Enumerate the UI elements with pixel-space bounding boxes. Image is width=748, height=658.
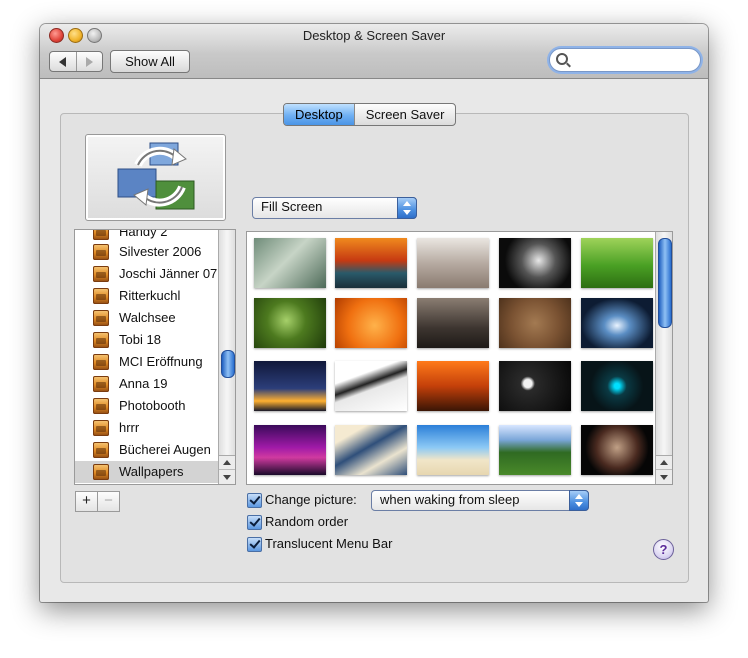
dropdown-arrows-icon bbox=[397, 197, 417, 219]
change-picture-label: Change picture: bbox=[265, 492, 357, 507]
window-title: Desktop & Screen Saver bbox=[302, 28, 446, 43]
remove-folder-button[interactable]: − bbox=[97, 491, 120, 512]
search-icon bbox=[556, 53, 568, 65]
change-picture-checkbox[interactable] bbox=[247, 493, 262, 508]
wallpaper-thumbnail[interactable] bbox=[335, 361, 407, 411]
tab-screen-saver[interactable]: Screen Saver bbox=[353, 104, 456, 125]
wallpaper-thumbnail[interactable] bbox=[254, 425, 326, 475]
iphoto-album-icon bbox=[93, 332, 109, 348]
fill-mode-value: Fill Screen bbox=[261, 199, 323, 214]
translucent-menu-bar-checkbox[interactable] bbox=[247, 537, 262, 552]
wallpaper-grid bbox=[246, 231, 673, 485]
tab-bar: Desktop Screen Saver bbox=[283, 103, 457, 126]
translucent-menu-bar-row: Translucent Menu Bar bbox=[247, 535, 447, 553]
folder-item[interactable]: Joschi Jänner 07 bbox=[75, 263, 218, 285]
iphoto-album-icon bbox=[93, 354, 109, 370]
folder-item[interactable]: Anna 19 bbox=[75, 373, 218, 395]
iphoto-album-icon bbox=[93, 464, 109, 480]
wallpaper-thumbnail[interactable] bbox=[417, 298, 489, 348]
dropdown-arrows-icon bbox=[569, 490, 589, 511]
iphoto-album-icon bbox=[93, 230, 109, 240]
scroll-up-button[interactable] bbox=[656, 455, 672, 470]
wallpaper-thumbnail[interactable] bbox=[499, 238, 571, 288]
system-preferences-window: Desktop & Screen Saver Show All Desktop … bbox=[40, 24, 708, 602]
wallpaper-thumbnail[interactable] bbox=[499, 361, 571, 411]
iphoto-album-icon bbox=[93, 442, 109, 458]
folder-list-scroll-thumb[interactable] bbox=[221, 350, 235, 378]
wallpaper-thumbnail[interactable] bbox=[254, 361, 326, 411]
iphoto-album-icon bbox=[93, 420, 109, 436]
iphoto-album-icon bbox=[93, 266, 109, 282]
wallpaper-thumbnail[interactable] bbox=[254, 238, 326, 288]
wallpaper-thumbnail[interactable] bbox=[335, 425, 407, 475]
back-forward-control bbox=[49, 51, 103, 72]
change-interval-value: when waking from sleep bbox=[380, 492, 520, 507]
iphoto-album-icon bbox=[93, 244, 109, 260]
folder-item[interactable]: Silvester 2006 bbox=[75, 241, 218, 263]
scroll-down-button[interactable] bbox=[656, 469, 672, 484]
wallpaper-thumbnail[interactable] bbox=[417, 238, 489, 288]
folder-item[interactable]: MCI Eröffnung bbox=[75, 351, 218, 373]
random-order-checkbox[interactable] bbox=[247, 515, 262, 530]
wallpaper-thumbnail[interactable] bbox=[581, 361, 653, 411]
iphoto-album-icon bbox=[93, 376, 109, 392]
show-all-button[interactable]: Show All bbox=[110, 50, 190, 73]
wallpaper-thumbnail[interactable] bbox=[581, 238, 653, 288]
wallpaper-thumbnail[interactable] bbox=[499, 298, 571, 348]
wallpaper-thumbnail[interactable] bbox=[335, 238, 407, 288]
wallpaper-thumbnail[interactable] bbox=[581, 425, 653, 475]
folder-item[interactable]: Walchsee bbox=[75, 307, 218, 329]
wallpaper-grid-scroll-thumb[interactable] bbox=[658, 238, 672, 328]
scroll-down-button[interactable] bbox=[219, 469, 235, 484]
folder-list: Handy 2 Silvester 2006 Joschi Jänner 07 … bbox=[74, 229, 236, 485]
folder-item[interactable]: Photobooth bbox=[75, 395, 218, 417]
change-interval-dropdown[interactable]: when waking from sleep bbox=[371, 490, 589, 511]
folder-item[interactable]: Tobi 18 bbox=[75, 329, 218, 351]
wallpaper-thumbnail[interactable] bbox=[417, 361, 489, 411]
wallpaper-grid-scrollbar[interactable] bbox=[655, 232, 672, 484]
wallpaper-thumbnail[interactable] bbox=[254, 298, 326, 348]
wallpaper-thumbnail[interactable] bbox=[417, 425, 489, 475]
fill-mode-dropdown[interactable]: Fill Screen bbox=[252, 197, 417, 219]
wallpaper-thumbnail[interactable] bbox=[581, 298, 653, 348]
title-bar: Desktop & Screen Saver Show All bbox=[40, 24, 708, 79]
forward-button[interactable] bbox=[75, 52, 103, 71]
folder-item-selected[interactable]: Wallpapers bbox=[75, 461, 218, 483]
wallpaper-thumbnail[interactable] bbox=[335, 298, 407, 348]
wallpaper-thumbnail[interactable] bbox=[499, 425, 571, 475]
add-folder-button[interactable]: + bbox=[75, 491, 98, 512]
folder-list-scrollbar[interactable] bbox=[218, 230, 235, 484]
back-button[interactable] bbox=[50, 52, 76, 71]
desktop-preview-well[interactable] bbox=[85, 134, 226, 221]
folder-item[interactable]: hrrr bbox=[75, 417, 218, 439]
scroll-up-button[interactable] bbox=[219, 455, 235, 470]
random-order-label: Random order bbox=[265, 514, 349, 529]
search-field[interactable] bbox=[549, 48, 701, 72]
iphoto-album-icon bbox=[93, 288, 109, 304]
help-button[interactable]: ? bbox=[653, 539, 674, 560]
folder-item[interactable]: Bücherei Augen bbox=[75, 439, 218, 461]
rotating-pictures-icon bbox=[117, 142, 195, 210]
folder-item[interactable]: Ritterkuchl bbox=[75, 285, 218, 307]
random-order-row: Random order bbox=[247, 513, 447, 531]
iphoto-album-icon bbox=[93, 310, 109, 326]
tab-desktop[interactable]: Desktop bbox=[284, 104, 354, 125]
iphoto-album-icon bbox=[93, 398, 109, 414]
forward-arrow-icon bbox=[85, 56, 93, 67]
search-input[interactable] bbox=[572, 51, 694, 69]
translucent-menu-bar-label: Translucent Menu Bar bbox=[265, 536, 393, 551]
back-arrow-icon bbox=[59, 56, 67, 67]
